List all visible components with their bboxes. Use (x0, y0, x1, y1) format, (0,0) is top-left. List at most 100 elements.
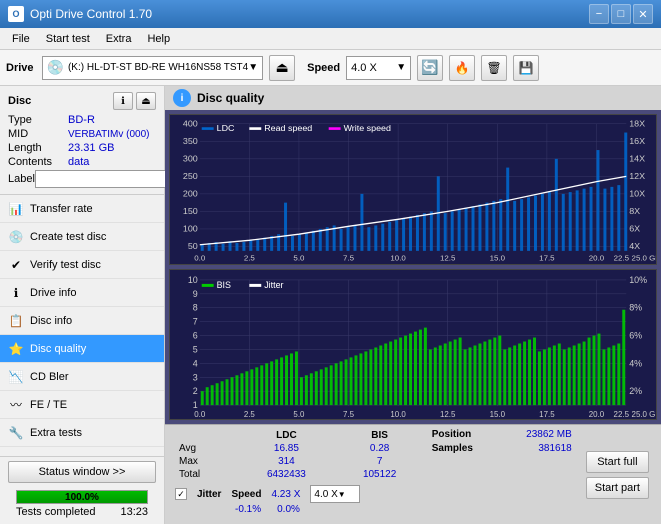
svg-text:2.5: 2.5 (244, 254, 255, 262)
samples-row: Samples 381618 (432, 443, 572, 454)
cd-bler-icon: 📉 (8, 369, 24, 385)
toolbar: Drive 💿 (K:) HL-DT-ST BD-RE WH16NS58 TST… (0, 50, 661, 86)
jitter-label: Jitter (197, 489, 221, 500)
speed-label: Speed (307, 62, 340, 74)
svg-text:25.0 GB: 25.0 GB (632, 254, 656, 262)
sidebar-item-fe-te[interactable]: 〰 FE / TE (0, 391, 164, 419)
svg-text:10.0: 10.0 (390, 410, 406, 419)
menu-start-test[interactable]: Start test (38, 31, 98, 47)
window-controls: − □ ✕ (589, 4, 653, 24)
svg-text:7: 7 (193, 317, 198, 327)
erase-button[interactable]: 🗑 (481, 55, 507, 81)
minimize-button[interactable]: − (589, 4, 609, 24)
svg-text:8%: 8% (629, 303, 642, 313)
eject-button[interactable]: ⏏ (269, 55, 295, 81)
maximize-button[interactable]: □ (611, 4, 631, 24)
length-label: Length (8, 142, 68, 154)
drive-dropdown-icon[interactable]: ▼ (248, 62, 258, 73)
verify-test-disc-icon: ✔ (8, 257, 24, 273)
close-button[interactable]: ✕ (633, 4, 653, 24)
app-icon: O (8, 6, 24, 22)
fe-te-icon: 〰 (8, 397, 24, 413)
sidebar-item-disc-quality[interactable]: ⭐ Disc quality (0, 335, 164, 363)
samples-value: 381618 (538, 443, 571, 454)
ldc-total-value: 6432433 (237, 468, 335, 481)
refresh-button[interactable]: 🔄 (417, 55, 443, 81)
disc-info-button[interactable]: ℹ (113, 92, 133, 110)
svg-text:12X: 12X (629, 171, 645, 180)
svg-text:6: 6 (193, 331, 198, 341)
svg-text:9: 9 (193, 289, 198, 299)
svg-text:22.5: 22.5 (614, 410, 630, 419)
svg-text:300: 300 (183, 154, 198, 163)
title-bar: O Opti Drive Control 1.70 − □ ✕ (0, 0, 661, 28)
jitter-checkbox[interactable]: ✓ (175, 488, 187, 500)
svg-text:0.0: 0.0 (194, 410, 206, 419)
start-part-button[interactable]: Start part (586, 477, 649, 499)
sidebar-status-bar: Status window >> 100.0% Tests completed … (0, 456, 164, 524)
svg-text:250: 250 (183, 171, 198, 180)
sidebar-item-drive-info[interactable]: ℹ Drive info (0, 279, 164, 307)
svg-text:6X: 6X (629, 224, 640, 233)
bis-max-value: 7 (336, 455, 424, 468)
disc-info-icon: 📋 (8, 313, 24, 329)
svg-text:350: 350 (183, 136, 198, 145)
svg-text:14X: 14X (629, 154, 645, 163)
disc-quality-header-icon: i (173, 89, 191, 107)
burn-button[interactable]: 🔥 (449, 55, 475, 81)
label-input[interactable] (35, 170, 185, 188)
status-time: 13:23 (120, 506, 148, 518)
svg-text:Jitter: Jitter (264, 280, 283, 290)
jitter-avg-value: -0.1% (235, 504, 261, 515)
menu-extra[interactable]: Extra (98, 31, 140, 47)
sidebar-item-verify-test-disc[interactable]: ✔ Verify test disc (0, 251, 164, 279)
sidebar-item-cd-bler[interactable]: 📉 CD Bler (0, 363, 164, 391)
transfer-rate-icon: 📊 (8, 201, 24, 217)
nav-label-transfer-rate: Transfer rate (30, 203, 93, 215)
svg-text:200: 200 (183, 189, 198, 198)
sidebar-item-create-test-disc[interactable]: 💿 Create test disc (0, 223, 164, 251)
svg-text:150: 150 (183, 207, 198, 216)
svg-text:5.0: 5.0 (293, 410, 305, 419)
bis-avg-value: 0.28 (336, 442, 424, 455)
bottom-panel: LDC BIS Avg 16.85 0.28 Max (165, 424, 661, 524)
sidebar-item-transfer-rate[interactable]: 📊 Transfer rate (0, 195, 164, 223)
mid-label: MID (8, 128, 68, 140)
col-bis-header: BIS (336, 429, 424, 442)
nav-label-disc-info: Disc info (30, 315, 72, 327)
right-stats: Position 23862 MB Samples 381618 (432, 429, 572, 520)
svg-text:18X: 18X (629, 119, 645, 128)
save-button[interactable]: 💾 (513, 55, 539, 81)
svg-text:20.0: 20.0 (589, 254, 604, 262)
disc-eject-button[interactable]: ⏏ (136, 92, 156, 110)
nav-items: 📊 Transfer rate 💿 Create test disc ✔ Ver… (0, 195, 164, 456)
svg-text:5.0: 5.0 (293, 254, 304, 262)
svg-text:10X: 10X (629, 189, 645, 198)
progress-area: 100.0% Tests completed 13:23 (8, 487, 156, 520)
svg-text:0.0: 0.0 (194, 254, 205, 262)
menu-help[interactable]: Help (139, 31, 178, 47)
nav-label-drive-info: Drive info (30, 287, 76, 299)
drive-info-icon: ℹ (8, 285, 24, 301)
status-window-button[interactable]: Status window >> (8, 461, 156, 483)
nav-label-extra-tests: Extra tests (30, 427, 82, 439)
progress-text: 100.0% (17, 491, 147, 503)
svg-text:10.0: 10.0 (390, 254, 405, 262)
start-full-button[interactable]: Start full (586, 451, 649, 473)
sidebar-item-disc-info[interactable]: 📋 Disc info (0, 307, 164, 335)
speed-select-value: 4.0 X (314, 489, 337, 500)
speed-dropdown-icon[interactable]: ▼ (396, 62, 406, 73)
status-text: Tests completed (16, 506, 95, 518)
svg-text:17.5: 17.5 (539, 254, 554, 262)
disc-quality-icon: ⭐ (8, 341, 24, 357)
main-layout: Disc ℹ ⏏ Type BD-R MID VERBATIMv (000) L… (0, 86, 661, 524)
svg-text:10: 10 (188, 275, 198, 285)
svg-text:8X: 8X (629, 207, 640, 216)
speed-select-arrow[interactable]: ▼ (338, 490, 346, 499)
svg-text:10%: 10% (629, 275, 647, 285)
contents-label: Contents (8, 156, 68, 168)
sidebar-item-extra-tests[interactable]: 🔧 Extra tests (0, 419, 164, 447)
svg-text:2.5: 2.5 (244, 410, 256, 419)
svg-text:Write speed: Write speed (344, 123, 392, 132)
menu-file[interactable]: File (4, 31, 38, 47)
